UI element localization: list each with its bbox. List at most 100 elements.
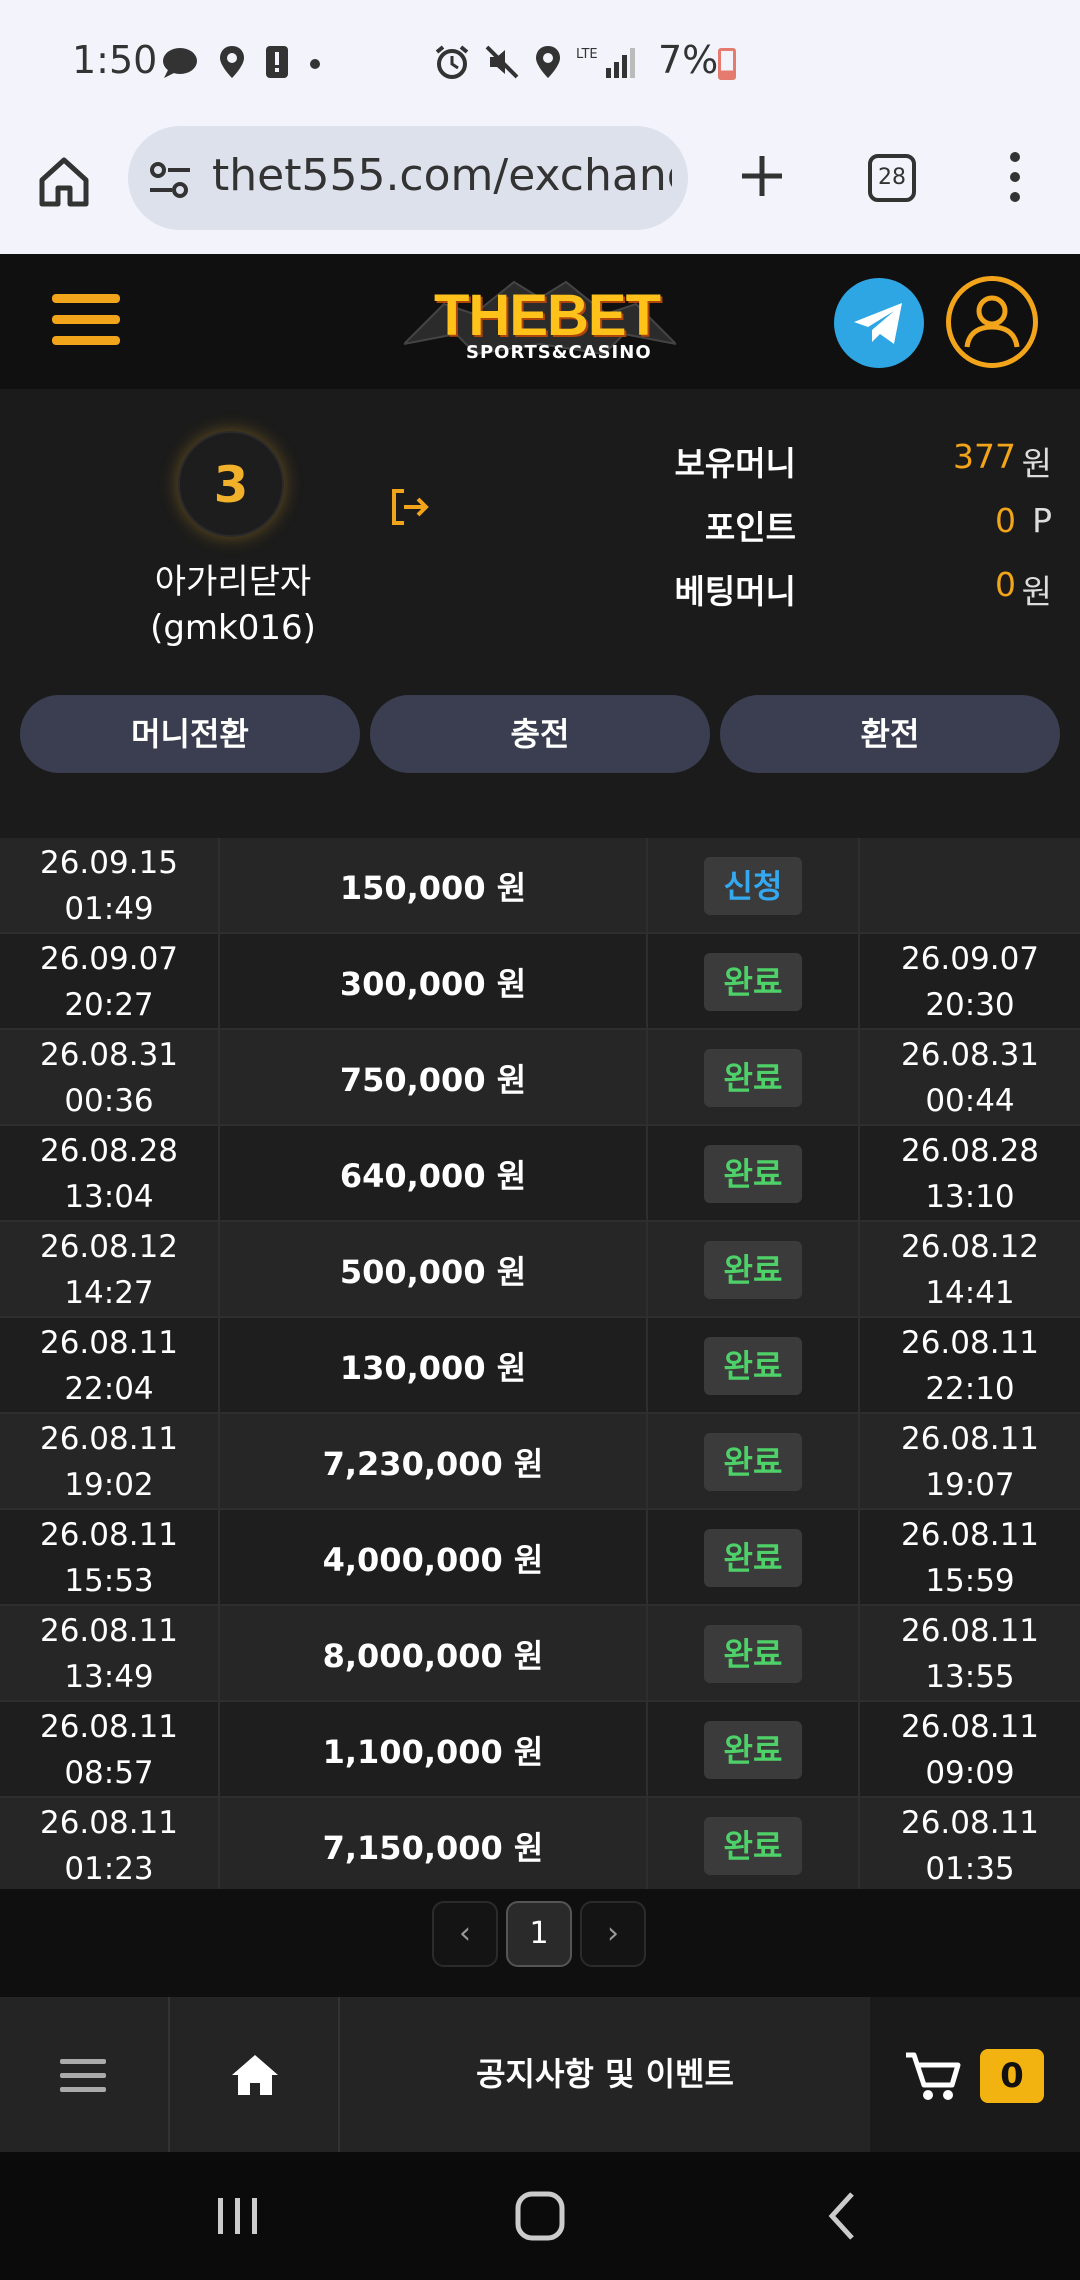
request-date: 26.08.31 bbox=[39, 1037, 179, 1073]
tab-deposit[interactable]: 충전 bbox=[370, 695, 710, 773]
request-date: 26.08.11 bbox=[39, 1709, 179, 1745]
completed-time: 13:55 bbox=[925, 1659, 1015, 1695]
points-value: 0 bbox=[995, 501, 1016, 540]
tab-switcher-button[interactable]: 28 bbox=[868, 154, 916, 202]
next-page-button[interactable]: › bbox=[580, 1901, 646, 1967]
cart-count-badge: 0 bbox=[980, 2049, 1044, 2103]
alert-icon bbox=[266, 46, 288, 78]
site-header: THEBET SPORTS&CASINO bbox=[0, 254, 1080, 389]
status-time: 1:50 bbox=[72, 38, 158, 82]
completed-datetime: 26.08.12 14:41 bbox=[860, 1222, 1080, 1318]
completed-date: 26.08.31 bbox=[900, 1037, 1040, 1073]
balance-unit: 원 bbox=[1021, 444, 1052, 483]
cart-icon bbox=[906, 2052, 961, 2100]
logout-icon[interactable] bbox=[388, 485, 432, 529]
exchange-history-table: 26.09.15 01:49 150,000 원 신청 26.09.07 20:27… bbox=[0, 814, 1080, 1894]
request-datetime: 26.09.15 01:49 bbox=[0, 838, 220, 934]
user-profile-button[interactable] bbox=[946, 276, 1038, 368]
tab-money-transfer[interactable]: 머니전환 bbox=[20, 695, 360, 773]
status-cell: 완료 bbox=[648, 934, 860, 1030]
bottom-bar: 공지사항 및 이벤트 0 bbox=[0, 1997, 1080, 2152]
request-date: 26.09.07 bbox=[39, 941, 179, 977]
request-datetime: 26.08.12 14:27 bbox=[0, 1222, 220, 1318]
amount: 300,000 원 bbox=[220, 934, 648, 1030]
amount: 150,000 원 bbox=[220, 838, 648, 934]
completed-datetime: 26.08.11 13:55 bbox=[860, 1606, 1080, 1702]
notice-events-link[interactable]: 공지사항 및 이벤트 bbox=[340, 1997, 870, 2152]
status-badge: 완료 bbox=[704, 1721, 802, 1779]
tab-withdraw[interactable]: 환전 bbox=[720, 695, 1060, 773]
status-cell: 완료 bbox=[648, 1126, 860, 1222]
table-row: 26.08.31 00:36 750,000 원 완료 26.08.31 00:44 bbox=[0, 1030, 1080, 1126]
telegram-button[interactable] bbox=[834, 278, 924, 368]
request-time: 13:04 bbox=[64, 1179, 154, 1215]
bet-slip-button[interactable]: 0 bbox=[870, 1997, 1080, 2152]
points-unit: P bbox=[1032, 501, 1052, 540]
home-nav-icon[interactable] bbox=[510, 2186, 570, 2246]
completed-date: 26.08.11 bbox=[900, 1517, 1040, 1553]
site-settings-icon[interactable] bbox=[148, 160, 192, 200]
request-datetime: 26.08.11 13:49 bbox=[0, 1606, 220, 1702]
bottom-home-button[interactable] bbox=[170, 1997, 340, 2152]
request-date: 26.08.11 bbox=[39, 1517, 179, 1553]
request-time: 22:04 bbox=[64, 1371, 154, 1407]
hamburger-menu-icon[interactable] bbox=[52, 294, 120, 350]
completed-time: 22:10 bbox=[925, 1371, 1015, 1407]
browser-menu-icon[interactable] bbox=[1000, 152, 1030, 208]
table-row: 26.09.15 01:49 150,000 원 신청 bbox=[0, 838, 1080, 934]
site-logo[interactable]: THEBET SPORTS&CASINO bbox=[404, 274, 676, 370]
completed-datetime: 26.08.31 00:44 bbox=[860, 1030, 1080, 1126]
completed-time: 13:10 bbox=[925, 1179, 1015, 1215]
battery-icon bbox=[718, 48, 736, 80]
amount: 1,100,000 원 bbox=[220, 1702, 648, 1798]
request-date: 26.08.28 bbox=[39, 1133, 179, 1169]
request-time: 01:23 bbox=[64, 1851, 154, 1887]
request-time: 13:49 bbox=[64, 1659, 154, 1695]
status-badge: 완료 bbox=[704, 1529, 802, 1587]
completed-date: 26.08.11 bbox=[900, 1613, 1040, 1649]
new-tab-icon[interactable] bbox=[734, 148, 790, 204]
completed-date: 26.08.12 bbox=[900, 1229, 1040, 1265]
prev-page-button[interactable]: ‹ bbox=[432, 1901, 498, 1967]
bottom-menu-button[interactable] bbox=[0, 1997, 170, 2152]
completed-date: 26.08.11 bbox=[900, 1325, 1040, 1361]
alarm-icon bbox=[435, 45, 469, 79]
completed-time: 19:07 bbox=[925, 1467, 1015, 1503]
address-bar[interactable]: thet555.com/exchange bbox=[128, 126, 688, 230]
request-time: 19:02 bbox=[64, 1467, 154, 1503]
status-right-icons: LTE bbox=[434, 44, 640, 80]
location-icon-2 bbox=[536, 46, 560, 78]
system-nav-bar bbox=[0, 2152, 1080, 2280]
status-badge: 완료 bbox=[704, 1049, 802, 1107]
balance-value: 377 bbox=[953, 437, 1016, 476]
recent-apps-icon[interactable] bbox=[208, 2186, 268, 2246]
user-id: (gmk016) bbox=[150, 608, 316, 648]
status-badge: 완료 bbox=[704, 953, 802, 1011]
table-row: 26.09.07 20:27 300,000 원 완료 26.09.07 20:30 bbox=[0, 934, 1080, 1030]
browser-home-icon[interactable] bbox=[36, 154, 92, 210]
status-badge: 신청 bbox=[704, 857, 802, 915]
completed-time: 00:44 bbox=[925, 1083, 1015, 1119]
amount: 8,000,000 원 bbox=[220, 1606, 648, 1702]
status-badge: 완료 bbox=[704, 1241, 802, 1299]
amount: 750,000 원 bbox=[220, 1030, 648, 1126]
amount: 4,000,000 원 bbox=[220, 1510, 648, 1606]
telegram-icon bbox=[854, 303, 902, 344]
completed-datetime bbox=[860, 838, 1080, 934]
request-time: 08:57 bbox=[64, 1755, 154, 1791]
completed-date: 26.08.11 bbox=[900, 1805, 1040, 1841]
completed-time: 01:35 bbox=[925, 1851, 1015, 1887]
pagination: ‹ 1 › bbox=[0, 1889, 1080, 1997]
table-row: 26.08.11 01:23 7,150,000 원 완료 26.08.11 01:… bbox=[0, 1798, 1080, 1894]
request-time: 14:27 bbox=[64, 1275, 154, 1311]
betting-unit: 원 bbox=[1021, 572, 1052, 611]
page-1-button[interactable]: 1 bbox=[506, 1901, 572, 1967]
request-datetime: 26.08.11 08:57 bbox=[0, 1702, 220, 1798]
battery-percent: 7% bbox=[658, 38, 719, 82]
amount: 7,230,000 원 bbox=[220, 1414, 648, 1510]
menu-icon bbox=[60, 2059, 106, 2092]
amount: 7,150,000 원 bbox=[220, 1798, 648, 1894]
status-cell: 신청 bbox=[648, 838, 860, 934]
betting-row: 베팅머니 0 원 bbox=[600, 565, 1060, 615]
back-icon[interactable] bbox=[814, 2186, 874, 2246]
